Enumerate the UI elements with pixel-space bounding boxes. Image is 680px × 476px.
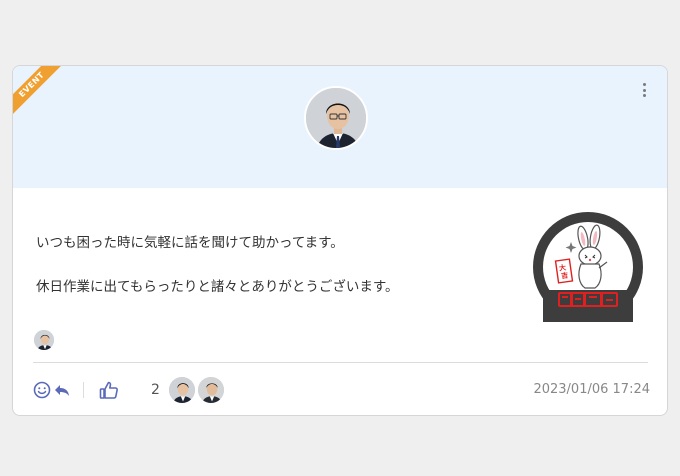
message-line: いつも困った時に気軽に話を聞けて助かってます。 xyxy=(36,235,344,251)
thumbs-up-icon[interactable] xyxy=(98,376,120,404)
thanks-card: EVENT いつも困った時に気軽に話を聞けて助かってます。 休日作業に出てもらっ… xyxy=(12,65,668,416)
card-actions: 2 2023/01/06 17:24 xyxy=(33,376,653,404)
event-badge: EVENT xyxy=(13,66,73,126)
person-photo-icon xyxy=(306,88,366,148)
message-line: 休日作業に出てもらったりと諸々とありがとうございます。 xyxy=(36,279,399,295)
event-badge-label: EVENT xyxy=(13,66,66,119)
person-photo-icon xyxy=(169,377,195,403)
message-text: いつも困った時に気軽に話を聞けて助かってます。 休日作業に出てもらったりと諸々と… xyxy=(36,210,506,320)
divider xyxy=(33,362,648,363)
action-separator xyxy=(83,382,84,398)
recipient-avatar[interactable] xyxy=(33,329,55,351)
smile-icon[interactable] xyxy=(33,376,51,404)
reactor-avatar[interactable] xyxy=(197,376,225,404)
rabbit-stamp-icon: 大 吉 xyxy=(533,212,643,322)
person-photo-icon xyxy=(34,330,54,350)
timestamp: 2023/01/06 17:24 xyxy=(533,382,650,397)
like-count[interactable]: 2 xyxy=(151,381,160,399)
reply-arrow-icon[interactable] xyxy=(53,376,71,404)
reactor-avatar[interactable] xyxy=(168,376,196,404)
person-photo-icon xyxy=(198,377,224,403)
svg-text:吉: 吉 xyxy=(561,271,569,281)
sender-avatar[interactable] xyxy=(304,86,368,150)
kebab-menu-icon[interactable] xyxy=(637,80,651,100)
card-header: EVENT xyxy=(13,66,667,188)
